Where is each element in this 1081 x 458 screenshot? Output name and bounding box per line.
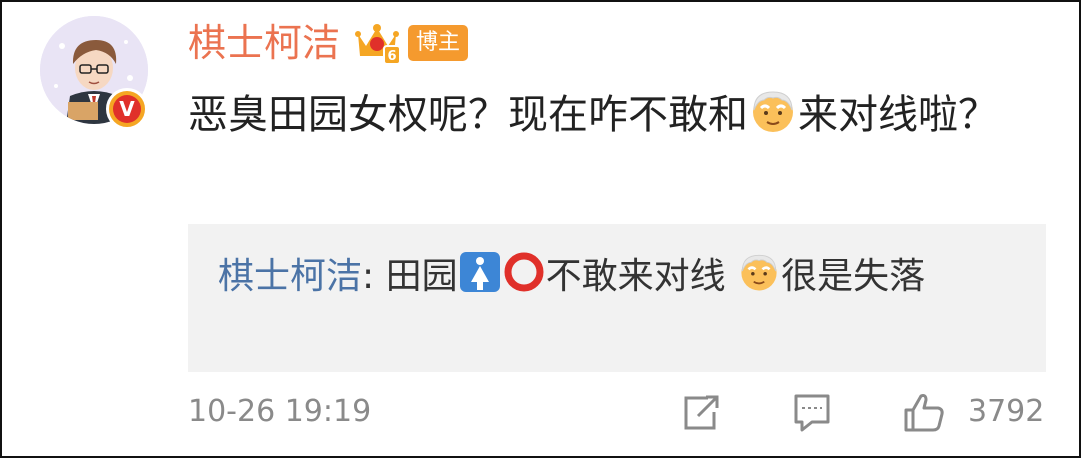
quoted-text-part3: 很是失落 [781,256,926,297]
quoted-text-part2: 不敢来对线 [545,256,738,297]
woman-symbol-icon [458,250,502,294]
thumbs-up-icon[interactable] [902,390,946,434]
post-header: 棋士柯洁 6 博主 [188,14,469,72]
comment-icon[interactable] [790,390,834,434]
crown-level-icon[interactable]: 6 [354,20,401,66]
share-icon[interactable] [678,390,722,434]
red-circle-icon [502,250,546,294]
comment-card: V 棋士柯洁 6 博主 恶臭田园女权呢？现在咋不敢和 来对线啦？ 棋士柯洁: 田… [0,0,1081,458]
quoted-text: 棋士柯洁: 田园 不敢来对线 很是失落 [218,250,1018,304]
like-count: 3792 [968,394,1045,429]
author-badge: 博主 [408,25,469,61]
quoted-username[interactable]: 棋士柯洁 [218,256,362,297]
old-man-emoji-icon [737,250,781,294]
post-footer: 10-26 19:19 3792 [2,382,1081,442]
crown-level-number: 6 [387,49,396,64]
quote-separator: : [362,256,386,297]
username[interactable]: 棋士柯洁 [188,14,340,72]
verified-mark: V [113,95,141,123]
comment-text-part2: 来对线啦？ [798,92,998,138]
quoted-post[interactable]: 棋士柯洁: 田园 不敢来对线 很是失落 [188,224,1046,372]
old-man-emoji-icon [748,86,798,136]
timestamp: 10-26 19:19 [188,394,372,429]
comment-text-part1: 恶臭田园女权呢？现在咋不敢和 [188,92,748,138]
comment-text: 恶臭田园女权呢？现在咋不敢和 来对线啦？ [188,80,1038,150]
verified-badge-icon: V [106,88,148,130]
quoted-text-part1: 田园 [385,256,458,297]
